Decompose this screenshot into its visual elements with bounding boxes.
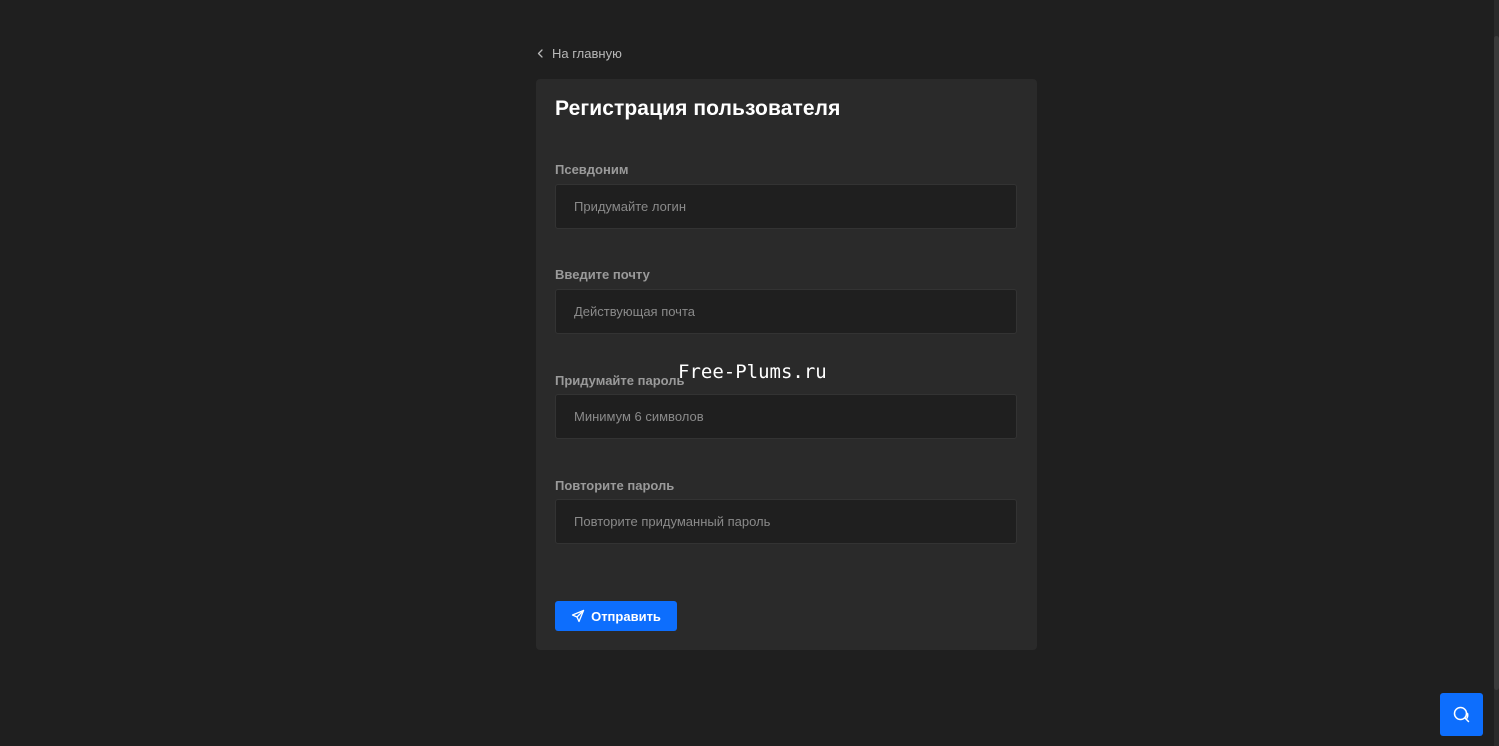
password-repeat-label: Повторите пароль xyxy=(555,478,675,493)
scrollbar-thumb[interactable] xyxy=(1494,36,1499,690)
submit-button-label: Отправить xyxy=(591,608,661,624)
chat-button[interactable] xyxy=(1440,693,1483,736)
submit-button[interactable]: Отправить xyxy=(555,601,677,631)
chevron-left-icon xyxy=(537,49,543,58)
page-scrollbar[interactable] xyxy=(1494,0,1499,746)
back-to-home-link[interactable]: На главную xyxy=(537,46,622,61)
page-title: Регистрация пользователя xyxy=(555,97,841,120)
email-label: Введите почту xyxy=(555,267,650,282)
send-icon xyxy=(571,609,585,623)
password-repeat-input[interactable] xyxy=(555,499,1017,544)
back-link-label: На главную xyxy=(552,46,622,61)
password-input[interactable] xyxy=(555,394,1017,439)
email-input[interactable] xyxy=(555,289,1017,334)
chat-icon xyxy=(1453,706,1469,722)
nickname-label: Псевдоним xyxy=(555,162,629,177)
password-label: Придумайте пароль xyxy=(555,373,685,388)
nickname-input[interactable] xyxy=(555,184,1017,229)
watermark-text: Free-Plums.ru xyxy=(678,361,827,383)
